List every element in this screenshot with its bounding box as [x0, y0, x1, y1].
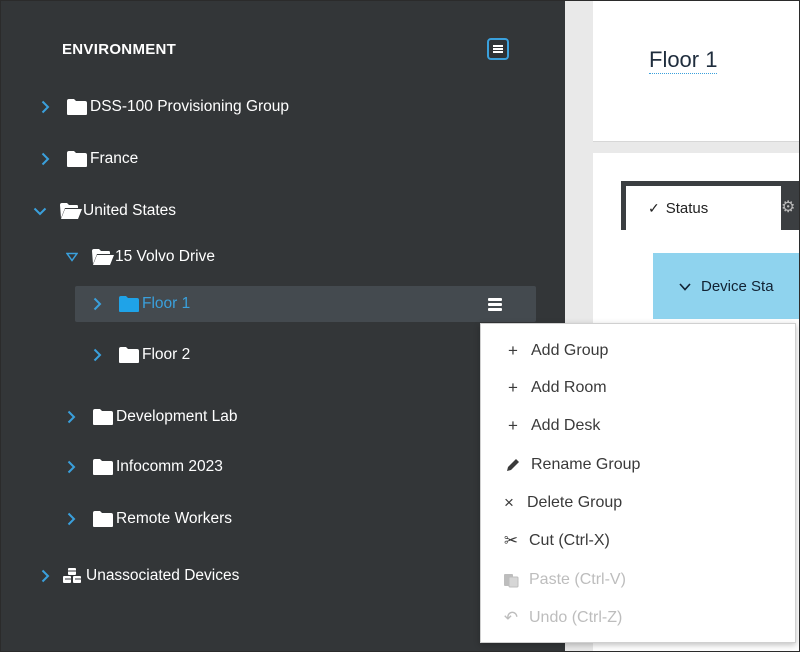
plus-icon: + [508, 378, 518, 397]
tree-item-development-lab[interactable]: Development Lab [64, 405, 238, 429]
context-menu: + Add Group + Add Room + Add Desk Rename… [480, 323, 796, 643]
plus-icon: + [508, 341, 518, 360]
paste-icon [501, 572, 521, 588]
tree-item-label: DSS-100 Provisioning Group [90, 98, 290, 115]
cubes-icon [62, 567, 82, 585]
tree-item-dss-100[interactable]: DSS-100 Provisioning Group [38, 95, 289, 119]
tree-item-floor-2[interactable]: Floor 2 [90, 343, 190, 367]
menu-item-label: Cut (Ctrl-X) [529, 532, 610, 549]
tree-item-floor-1[interactable]: Floor 1 [90, 292, 190, 316]
tree-item-label: France [90, 150, 139, 167]
menu-item-label: Rename Group [531, 456, 641, 473]
chevron-down-icon [679, 278, 691, 295]
folder-icon [92, 408, 114, 426]
check-icon: ✓ [648, 199, 660, 216]
folder-open-icon [91, 248, 114, 266]
folder-icon [118, 346, 140, 364]
tree-item-label: 15 Volvo Drive [115, 248, 215, 265]
tree-item-label: Infocomm 2023 [116, 458, 223, 475]
folder-icon [66, 98, 88, 116]
folder-icon [92, 458, 114, 476]
app-window: ENVIRONMENT DSS-100 Provisioning Group F… [0, 0, 800, 652]
menu-item-label: Add Group [531, 342, 609, 359]
menu-item-label: Delete Group [527, 494, 623, 511]
chevron-right-icon[interactable] [90, 294, 104, 314]
chevron-right-icon[interactable] [38, 97, 52, 117]
chevron-right-icon[interactable] [38, 149, 52, 169]
chevron-right-icon[interactable] [64, 407, 78, 427]
tree-item-united-states[interactable]: United States [33, 199, 176, 223]
menu-item-label: Add Room [531, 379, 607, 396]
page-title[interactable]: Floor 1 [649, 47, 718, 74]
tree-item-unassociated-devices[interactable]: Unassociated Devices [38, 564, 239, 588]
menu-item-paste[interactable]: Paste (Ctrl-V) [501, 566, 799, 594]
pencil-icon [503, 457, 523, 473]
menu-item-rename-group[interactable]: Rename Group [503, 451, 799, 479]
menu-item-label: Paste (Ctrl-V) [529, 571, 626, 588]
tree-item-label: United States [83, 202, 177, 219]
menu-item-undo[interactable]: ↶ Undo (Ctrl-Z) [501, 604, 799, 632]
undo-icon: ↶ [503, 608, 519, 627]
scissors-icon: ✂ [503, 531, 519, 550]
chevron-right-icon[interactable] [90, 345, 104, 365]
tree-item-infocomm-2023[interactable]: Infocomm 2023 [64, 455, 223, 479]
x-icon: × [504, 493, 514, 512]
sidebar-menu-button[interactable] [487, 38, 509, 60]
tree-item-france[interactable]: France [38, 147, 138, 171]
tab-status[interactable]: ✓ Status [626, 186, 781, 230]
chevron-right-icon[interactable] [64, 509, 78, 529]
tree-item-remote-workers[interactable]: Remote Workers [64, 507, 232, 531]
hamburger-icon [493, 45, 503, 53]
menu-item-add-desk[interactable]: + Add Desk [503, 412, 799, 440]
device-status-label: Device Sta [701, 277, 774, 295]
menu-item-add-group[interactable]: + Add Group [503, 337, 799, 365]
folder-icon [92, 510, 114, 528]
menu-item-add-room[interactable]: + Add Room [503, 374, 799, 402]
plus-icon: + [508, 416, 518, 435]
sidebar-title: ENVIRONMENT [62, 41, 177, 58]
folder-open-icon [59, 202, 82, 220]
gear-icon[interactable]: ⚙ [781, 197, 795, 217]
tree-item-label: Remote Workers [116, 510, 232, 527]
row-menu-icon[interactable] [488, 298, 502, 311]
tab-status-label: Status [665, 199, 709, 217]
chevron-right-icon[interactable] [64, 457, 78, 477]
tree-item-label: Development Lab [116, 408, 238, 425]
tree-item-15-volvo-drive[interactable]: 15 Volvo Drive [65, 245, 215, 269]
chevron-right-icon[interactable] [38, 566, 52, 586]
caret-down-icon[interactable] [65, 247, 79, 267]
menu-item-delete-group[interactable]: × Delete Group [499, 489, 799, 517]
tree-item-label: Unassociated Devices [86, 567, 240, 584]
chevron-down-icon[interactable] [33, 201, 47, 221]
menu-item-label: Add Desk [531, 417, 601, 434]
menu-item-cut[interactable]: ✂ Cut (Ctrl-X) [501, 527, 799, 555]
folder-icon [66, 150, 88, 168]
menu-item-label: Undo (Ctrl-Z) [529, 609, 623, 626]
folder-icon [118, 295, 140, 313]
tree-item-label: Floor 2 [142, 346, 191, 363]
tree-item-label: Floor 1 [142, 295, 191, 312]
device-status-header[interactable]: Device Sta [653, 253, 799, 319]
